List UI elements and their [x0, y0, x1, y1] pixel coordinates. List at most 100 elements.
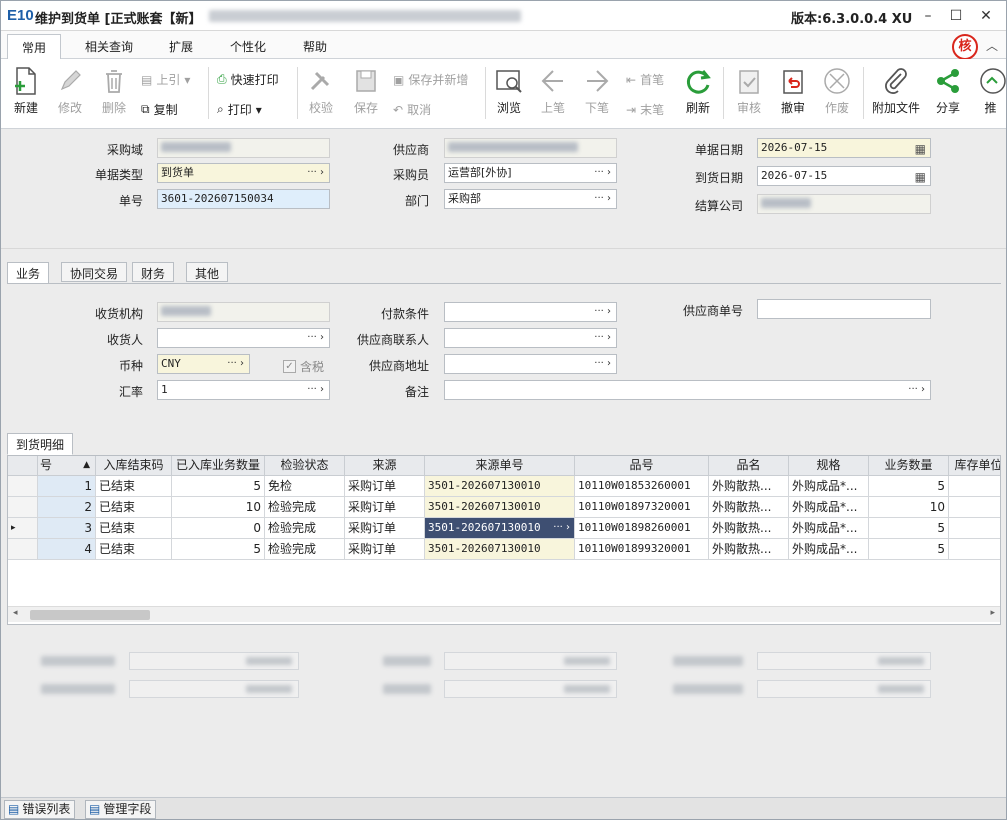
save-and-new-button[interactable]: ▣ 保存并新增 [393, 71, 468, 88]
browse-button[interactable]: 浏览 [492, 65, 526, 116]
supplier-field[interactable] [444, 138, 617, 158]
cell-stock-unit[interactable] [949, 497, 1000, 518]
cell-stock-end[interactable]: 已结束 [96, 497, 172, 518]
push-button[interactable]: 推 [975, 65, 1006, 116]
cancel-button[interactable]: ↶ 取消 [393, 101, 431, 118]
share-button[interactable]: 分享 [931, 65, 965, 116]
tab-finance[interactable]: 财务 [132, 262, 175, 282]
scroll-left-icon[interactable]: ◂ [13, 608, 18, 618]
cell-stock-end[interactable]: 已结束 [96, 476, 172, 497]
cell-spec[interactable]: 外购成品*... [789, 518, 869, 539]
menu-extend[interactable]: 扩展 [169, 38, 193, 55]
close-icon[interactable]: ✕ [977, 7, 995, 25]
new-button[interactable]: 新建 [9, 65, 43, 116]
verify-badge-icon[interactable]: 核 [952, 34, 978, 60]
print-button[interactable]: ⌕ 打印 ▾ [217, 101, 262, 118]
cell-item-name[interactable]: 外购散热... [709, 539, 789, 560]
edit-button[interactable]: 修改 [53, 65, 87, 116]
buyer-field[interactable]: 运营部[外协] ··· › [444, 163, 617, 183]
menu-related-query[interactable]: 相关查询 [85, 38, 133, 55]
picker-icon[interactable]: ··· › [307, 164, 329, 182]
cell-source-no[interactable]: 3501-202607130010 [425, 539, 575, 560]
grid-header[interactable]: 来源 [345, 456, 425, 476]
cell-item-no[interactable]: 10110W01897320001 [575, 497, 709, 518]
grid-header[interactable]: 规格 [789, 456, 869, 476]
cell-stocked-qty[interactable]: 5 [172, 539, 265, 560]
rate-field[interactable]: 1 ··· › [157, 380, 330, 400]
row-indicator[interactable] [8, 497, 38, 518]
menu-help[interactable]: 帮助 [303, 38, 327, 55]
refresh-button[interactable]: 刷新 [681, 65, 715, 116]
picker-icon[interactable]: ··· › [594, 164, 616, 182]
cell-spec[interactable]: 外购成品*... [789, 476, 869, 497]
cell-item-no[interactable]: 10110W01899320001 [575, 539, 709, 560]
cell-seq[interactable]: 2 [38, 497, 96, 518]
maximize-icon[interactable]: ☐ [947, 7, 965, 25]
calendar-icon[interactable]: ▦ [915, 168, 926, 185]
cell-seq[interactable]: 1 [38, 476, 96, 497]
settle-company-field[interactable] [757, 194, 931, 214]
last-button[interactable]: ⇥ 末笔 [626, 101, 664, 118]
cell-source-no[interactable]: 3501-202607130010 ··· › [425, 518, 575, 539]
picker-icon[interactable]: ··· › [594, 355, 616, 373]
save-button[interactable]: 保存 [349, 65, 383, 116]
unaudit-button[interactable]: 撤审 [776, 65, 810, 116]
void-button[interactable]: 作废 [820, 65, 854, 116]
row-indicator[interactable]: ▸ [8, 518, 38, 539]
cell-qty[interactable]: 5 [869, 476, 949, 497]
cell-item-name[interactable]: 外购散热... [709, 497, 789, 518]
cell-qty[interactable]: 5 [869, 539, 949, 560]
menu-common[interactable]: 常用 [7, 34, 62, 60]
picker-icon[interactable]: ··· › [307, 329, 329, 347]
cell-source[interactable]: 采购订单 [345, 497, 425, 518]
tab-arrival-detail[interactable]: 到货明细 [7, 433, 74, 455]
picker-icon[interactable]: ··· › [553, 518, 570, 538]
prev-button[interactable]: 上笔 [536, 65, 570, 116]
cell-inspect-status[interactable]: 检验完成 [265, 518, 345, 539]
doc-no-field[interactable]: 3601-202607150034 [157, 189, 330, 209]
supplier-doc-no-field[interactable] [757, 299, 931, 319]
scroll-thumb[interactable] [30, 610, 150, 620]
row-indicator[interactable] [8, 476, 38, 497]
next-button[interactable]: 下笔 [580, 65, 614, 116]
minimize-icon[interactable]: – [919, 7, 937, 25]
audit-button[interactable]: 审核 [732, 65, 766, 116]
quick-print-button[interactable]: ⎙ 快速打印 [217, 71, 279, 88]
cell-spec[interactable]: 外购成品*... [789, 497, 869, 518]
cell-source-no[interactable]: 3501-202607130010 [425, 476, 575, 497]
cell-inspect-status[interactable]: 免检 [265, 476, 345, 497]
menu-personalize[interactable]: 个性化 [230, 38, 266, 55]
cell-item-name[interactable]: 外购散热... [709, 518, 789, 539]
picker-icon[interactable]: ··· › [307, 381, 329, 399]
calendar-icon[interactable]: ▦ [915, 140, 926, 157]
picker-icon[interactable]: ··· › [227, 355, 249, 373]
supplier-address-field[interactable]: ··· › [444, 354, 617, 374]
cell-spec[interactable]: 外购成品*... [789, 539, 869, 560]
cell-source-no[interactable]: 3501-202607130010 [425, 497, 575, 518]
grid-header-seq[interactable]: 号 ▲ [38, 456, 96, 476]
cell-seq[interactable]: 3 [38, 518, 96, 539]
cell-source[interactable]: 采购订单 [345, 518, 425, 539]
tab-business[interactable]: 业务 [7, 262, 50, 284]
grid-header[interactable]: 品号 [575, 456, 709, 476]
delete-button[interactable]: 删除 [97, 65, 131, 116]
currency-field[interactable]: CNY ··· › [157, 354, 250, 374]
cell-stocked-qty[interactable]: 0 [172, 518, 265, 539]
inspect-button[interactable]: 校验 [304, 65, 338, 116]
cell-qty[interactable]: 5 [869, 518, 949, 539]
picker-icon[interactable]: ··· › [594, 190, 616, 208]
doc-type-field[interactable]: 到货单 ··· › [157, 163, 330, 183]
cell-qty[interactable]: 10 [869, 497, 949, 518]
cell-stock-end[interactable]: 已结束 [96, 518, 172, 539]
cell-stock-unit[interactable] [949, 539, 1000, 560]
cell-source[interactable]: 采购订单 [345, 476, 425, 497]
collapse-ribbon-icon[interactable]: ︿ [986, 37, 998, 54]
error-list-button[interactable]: ▤ 错误列表 [4, 800, 76, 819]
row-indicator[interactable] [8, 539, 38, 560]
payment-terms-field[interactable]: ··· › [444, 302, 617, 322]
picker-icon[interactable]: ··· › [594, 303, 616, 321]
purchase-domain-field[interactable] [157, 138, 330, 158]
tab-collab-trade[interactable]: 协同交易 [61, 262, 128, 282]
scroll-right-icon[interactable]: ▸ [990, 608, 995, 618]
tax-included-checkbox[interactable]: ✓ 含税 [283, 358, 324, 375]
